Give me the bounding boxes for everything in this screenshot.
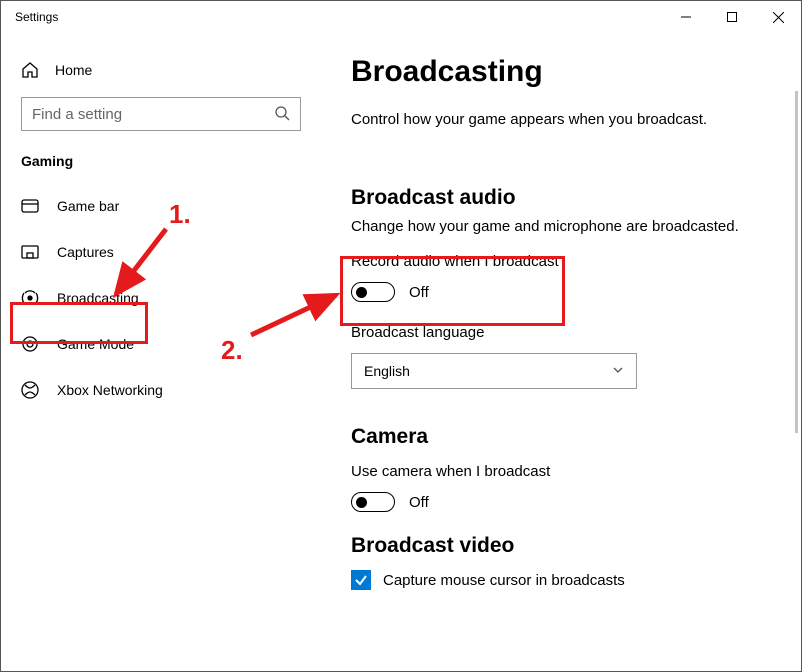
title-bar: Settings: [1, 1, 801, 33]
home-link[interactable]: Home: [1, 53, 321, 87]
broadcast-language-label: Broadcast language: [351, 324, 771, 341]
capture-cursor-label: Capture mouse cursor in broadcasts: [383, 572, 625, 589]
broadcast-audio-heading: Broadcast audio: [351, 186, 771, 210]
search-icon: [274, 105, 290, 124]
captures-icon: [21, 243, 39, 261]
sidebar-item-broadcasting[interactable]: Broadcasting: [1, 275, 321, 321]
home-icon: [21, 61, 39, 79]
sidebar: Home Find a setting Gaming Game bar Capt…: [1, 33, 321, 671]
record-audio-state: Off: [409, 284, 429, 301]
record-audio-label: Record audio when I broadcast: [351, 253, 771, 270]
game-mode-icon: [21, 335, 39, 353]
broadcast-video-heading: Broadcast video: [351, 534, 771, 558]
use-camera-label: Use camera when I broadcast: [351, 463, 771, 480]
use-camera-state: Off: [409, 494, 429, 511]
xbox-icon: [21, 381, 39, 399]
broadcasting-icon: [21, 289, 39, 307]
broadcast-audio-description: Change how your game and microphone are …: [351, 218, 771, 235]
broadcast-language-select[interactable]: English: [351, 353, 637, 389]
scrollbar[interactable]: [792, 91, 800, 661]
use-camera-toggle-row: Off: [351, 492, 771, 512]
sidebar-item-label: Broadcasting: [57, 290, 139, 306]
sidebar-item-game-mode[interactable]: Game Mode: [1, 321, 321, 367]
sidebar-item-game-bar[interactable]: Game bar: [1, 183, 321, 229]
content-layout: Home Find a setting Gaming Game bar Capt…: [1, 33, 801, 671]
sidebar-item-captures[interactable]: Captures: [1, 229, 321, 275]
capture-cursor-row: Capture mouse cursor in broadcasts: [351, 570, 771, 590]
chevron-down-icon: [612, 363, 624, 379]
sidebar-item-label: Game Mode: [57, 336, 134, 352]
window-buttons: [663, 1, 801, 33]
camera-heading: Camera: [351, 425, 771, 449]
search-placeholder: Find a setting: [32, 106, 266, 123]
search-input[interactable]: Find a setting: [21, 97, 301, 131]
sidebar-item-label: Captures: [57, 244, 114, 260]
maximize-button[interactable]: [709, 1, 755, 33]
minimize-button[interactable]: [663, 1, 709, 33]
sidebar-item-label: Game bar: [57, 198, 119, 214]
record-audio-toggle-row: Off: [351, 282, 771, 302]
record-audio-toggle[interactable]: [351, 282, 395, 302]
game-bar-icon: [21, 197, 39, 215]
capture-cursor-checkbox[interactable]: [351, 570, 371, 590]
use-camera-toggle[interactable]: [351, 492, 395, 512]
sidebar-item-label: Xbox Networking: [57, 382, 163, 398]
window-title: Settings: [15, 10, 58, 24]
sidebar-item-xbox-networking[interactable]: Xbox Networking: [1, 367, 321, 413]
main-pane: Broadcasting Control how your game appea…: [321, 33, 801, 671]
close-button[interactable]: [755, 1, 801, 33]
page-description: Control how your game appears when you b…: [351, 111, 771, 128]
home-label: Home: [55, 62, 92, 78]
page-title: Broadcasting: [351, 55, 771, 89]
scroll-thumb[interactable]: [795, 91, 798, 433]
search-wrap: Find a setting: [1, 87, 321, 149]
sidebar-section-label: Gaming: [1, 149, 321, 183]
broadcast-language-value: English: [364, 363, 410, 379]
